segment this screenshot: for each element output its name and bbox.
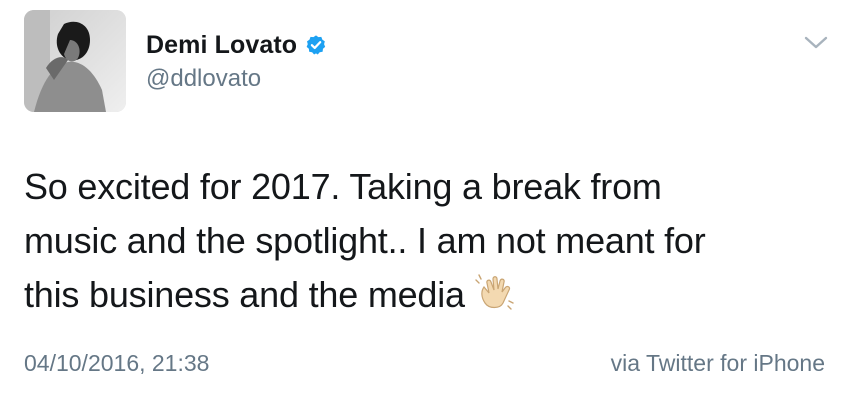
tweet-text-line: music and the spotlight.. I am not meant… bbox=[24, 220, 706, 261]
avatar[interactable] bbox=[24, 10, 126, 112]
tweet-menu-button[interactable] bbox=[803, 33, 829, 53]
name-row: Demi Lovato bbox=[146, 27, 327, 63]
tweet-text-line-last: this business and the media bbox=[24, 268, 824, 322]
tweet-text: So excited for 2017. Taking a break from… bbox=[24, 160, 824, 322]
tweet-card: Demi Lovato @ddlovato So excited for 201… bbox=[0, 0, 849, 400]
verified-badge-icon bbox=[306, 35, 326, 55]
avatar-photo bbox=[24, 10, 126, 112]
display-name[interactable]: Demi Lovato bbox=[146, 31, 297, 60]
waving-hand-icon bbox=[475, 274, 514, 310]
user-handle[interactable]: @ddlovato bbox=[146, 65, 261, 93]
chevron-down-icon bbox=[804, 36, 828, 49]
tweet-source[interactable]: via Twitter for iPhone bbox=[611, 350, 825, 377]
tweet-timestamp[interactable]: 04/10/2016, 21:38 bbox=[24, 350, 209, 377]
tweet-text-line: So excited for 2017. Taking a break from bbox=[24, 166, 662, 207]
tweet-text-line: this business and the media bbox=[24, 274, 465, 315]
